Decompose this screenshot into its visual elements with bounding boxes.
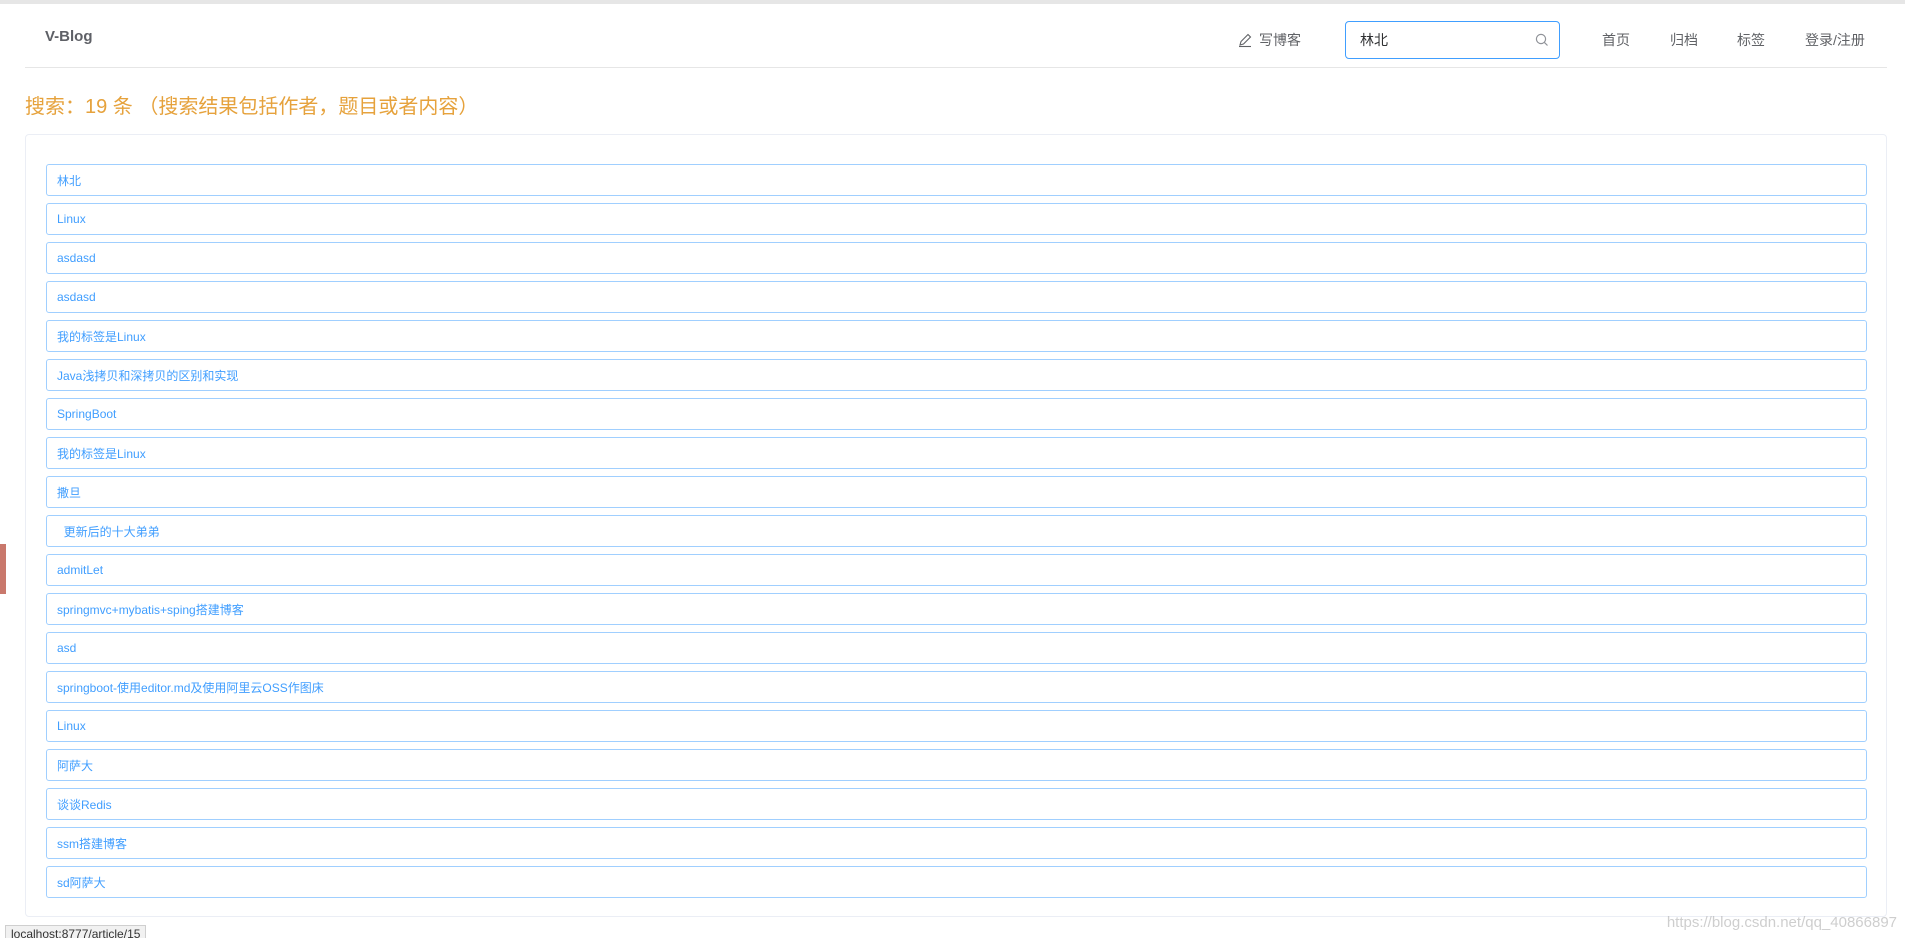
result-item-title: 林北 <box>57 173 82 188</box>
result-item-title: springmvc+mybatis+sping搭建博客 <box>57 602 244 617</box>
result-item-title: Linux <box>57 719 86 733</box>
result-item[interactable]: 我的标签是Linux <box>46 437 1867 469</box>
result-item[interactable]: asd <box>46 632 1867 664</box>
result-item[interactable]: Java浅拷贝和深拷贝的区别和实现 <box>46 359 1867 391</box>
result-item-title: asdasd <box>57 251 96 265</box>
result-item[interactable]: 林北 <box>46 164 1867 196</box>
result-item-title: 我的标签是Linux <box>57 446 146 461</box>
result-item-title: asdasd <box>57 290 96 304</box>
search-box[interactable] <box>1345 21 1560 59</box>
write-blog-label: 写博客 <box>1259 32 1301 48</box>
result-item[interactable]: sd阿萨大 <box>46 866 1867 898</box>
result-item[interactable]: 撒旦 <box>46 476 1867 508</box>
result-item[interactable]: springmvc+mybatis+sping搭建博客 <box>46 593 1867 625</box>
result-item-title: Java浅拷贝和深拷贝的区别和实现 <box>57 368 239 383</box>
top-header: V-Blog 写博客 首页 归档 标签 登录/注册 <box>25 8 1887 68</box>
nav-login-register[interactable]: 登录/注册 <box>1805 30 1865 50</box>
result-item[interactable]: asdasd <box>46 242 1867 274</box>
result-item-title: 撒旦 <box>57 485 82 500</box>
result-item-title: asd <box>57 641 77 655</box>
page: V-Blog 写博客 首页 归档 标签 登录/注册 搜索：19 条 <box>0 0 1905 938</box>
result-item[interactable]: 谈谈Redis <box>46 788 1867 820</box>
result-item[interactable]: Linux <box>46 710 1867 742</box>
result-item[interactable]: 我的标签是Linux <box>46 320 1867 352</box>
result-item[interactable]: SpringBoot <box>46 398 1867 430</box>
result-item[interactable]: ssm搭建博客 <box>46 827 1867 859</box>
search-result-panel: 林北 Linux asdasd asdasd 我的标签是Linux Java浅拷… <box>25 134 1887 917</box>
search-icon[interactable] <box>1535 33 1549 47</box>
search-result-list: 林北 Linux asdasd asdasd 我的标签是Linux Java浅拷… <box>46 164 1867 905</box>
result-item-title: SpringBoot <box>57 407 117 421</box>
window-edge-accent <box>0 544 6 594</box>
browser-status-url: localhost:8777/article/15 <box>5 925 147 938</box>
result-item[interactable]: admitLet <box>46 554 1867 586</box>
site-logo[interactable]: V-Blog <box>45 28 93 45</box>
pencil-icon <box>1237 32 1253 48</box>
search-input[interactable] <box>1360 22 1530 58</box>
result-item-title: 我的标签是Linux <box>57 329 146 344</box>
result-item-title: 阿萨大 <box>57 758 94 773</box>
result-item-title: 谈谈Redis <box>57 797 112 812</box>
result-item[interactable]: Linux <box>46 203 1867 235</box>
nav-home[interactable]: 首页 <box>1602 30 1630 50</box>
nav-tags[interactable]: 标签 <box>1737 30 1765 50</box>
result-item-title: 更新后的十大弟弟 <box>57 524 160 539</box>
search-result-title: 搜索：19 条 （搜索结果包括作者，题目或者内容） <box>25 96 479 118</box>
result-item[interactable]: 更新后的十大弟弟 <box>46 515 1867 547</box>
result-item-title: springboot-使用editor.md及使用阿里云OSS作图床 <box>57 680 324 695</box>
nav-archive[interactable]: 归档 <box>1670 30 1698 50</box>
watermark: https://blog.csdn.net/qq_40866897 <box>1666 914 1897 931</box>
result-item-title: Linux <box>57 212 86 226</box>
result-item-title: admitLet <box>57 563 104 577</box>
result-item[interactable]: springboot-使用editor.md及使用阿里云OSS作图床 <box>46 671 1867 703</box>
result-item-title: sd阿萨大 <box>57 875 106 890</box>
result-item-title: ssm搭建博客 <box>57 836 127 851</box>
result-item[interactable]: 阿萨大 <box>46 749 1867 781</box>
result-item[interactable]: asdasd <box>46 281 1867 313</box>
write-blog-link[interactable]: 写博客 <box>1237 30 1301 50</box>
